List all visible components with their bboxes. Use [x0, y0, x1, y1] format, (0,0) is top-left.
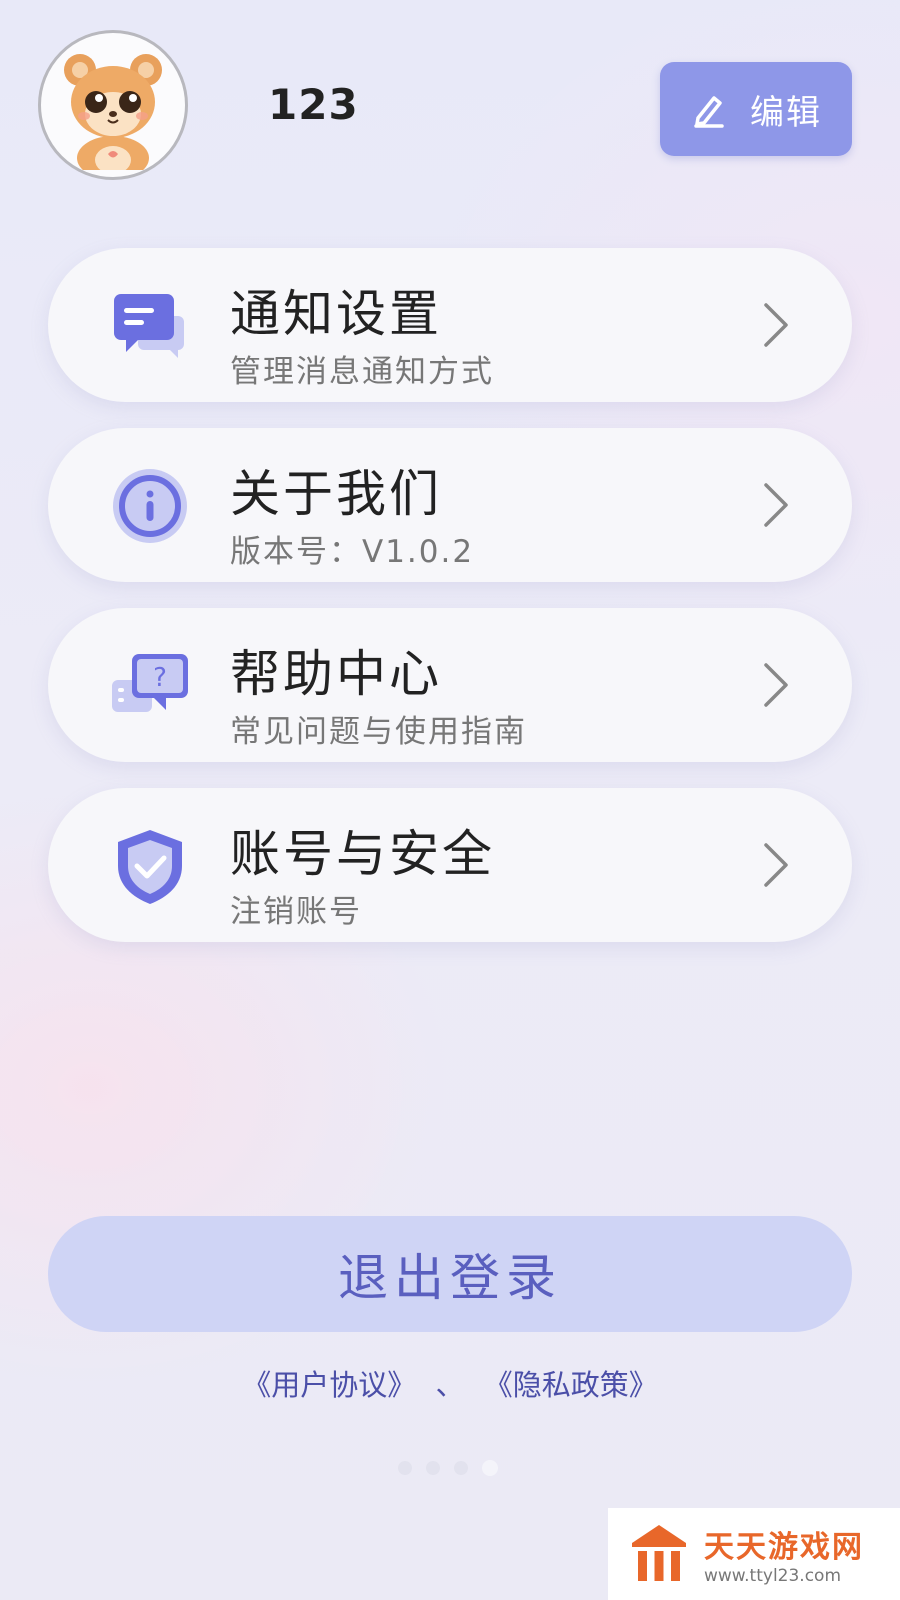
menu-item-about-us[interactable]: 关于我们 版本号：V1.0.2 — [48, 428, 852, 582]
info-icon — [113, 469, 187, 543]
logout-button[interactable]: 退出登录 — [48, 1216, 852, 1332]
chevron-right-icon — [764, 843, 788, 887]
menu-subtitle: 管理消息通知方式 — [230, 354, 494, 390]
menu-title: 通知设置 — [230, 285, 442, 343]
menu-subtitle: 版本号：V1.0.2 — [230, 534, 475, 570]
menu-title: 关于我们 — [230, 465, 442, 523]
watermark-title: 天天游戏网 — [704, 1530, 864, 1565]
username: 123 — [268, 80, 359, 129]
raccoon-avatar-icon — [64, 54, 162, 170]
shield-icon — [118, 830, 182, 904]
menu-title: 账号与安全 — [230, 825, 495, 883]
page-dot — [426, 1461, 440, 1475]
watermark: 天天游戏网 www.ttyl23.com — [608, 1508, 900, 1600]
message-icon — [114, 294, 184, 358]
chevron-right-icon — [764, 483, 788, 527]
user-agreement-link[interactable]: 《用户协议》 — [242, 1368, 416, 1402]
edit-button-label: 编辑 — [750, 92, 822, 133]
menu-item-help-center[interactable]: ? 帮助中心 常见问题与使用指南 — [48, 608, 852, 762]
page-indicator — [398, 1460, 498, 1476]
page-dot — [454, 1461, 468, 1475]
svg-text:?: ? — [153, 663, 167, 693]
menu-item-account-security[interactable]: 账号与安全 注销账号 — [48, 788, 852, 942]
legal-links: 《用户协议》 、 《隐私政策》 — [0, 1362, 900, 1404]
menu-item-notification-settings[interactable]: 通知设置 管理消息通知方式 — [48, 248, 852, 402]
chevron-right-icon — [764, 303, 788, 347]
menu-subtitle: 注销账号 — [230, 894, 362, 930]
avatar[interactable] — [38, 30, 188, 180]
legal-separator: 、 — [435, 1368, 465, 1402]
menu-title: 帮助中心 — [230, 645, 442, 703]
page-dot-active — [482, 1460, 498, 1476]
logout-label: 退出登录 — [338, 1249, 562, 1307]
menu-subtitle: 常见问题与使用指南 — [230, 714, 527, 750]
edit-profile-button[interactable]: 编辑 — [660, 62, 852, 156]
help-icon: ? — [112, 654, 188, 712]
pencil-icon — [694, 96, 724, 128]
watermark-logo-icon — [632, 1525, 686, 1581]
page-dot — [398, 1461, 412, 1475]
watermark-url: www.ttyl23.com — [704, 1566, 842, 1586]
privacy-policy-link[interactable]: 《隐私政策》 — [484, 1368, 658, 1402]
chevron-right-icon — [764, 663, 788, 707]
